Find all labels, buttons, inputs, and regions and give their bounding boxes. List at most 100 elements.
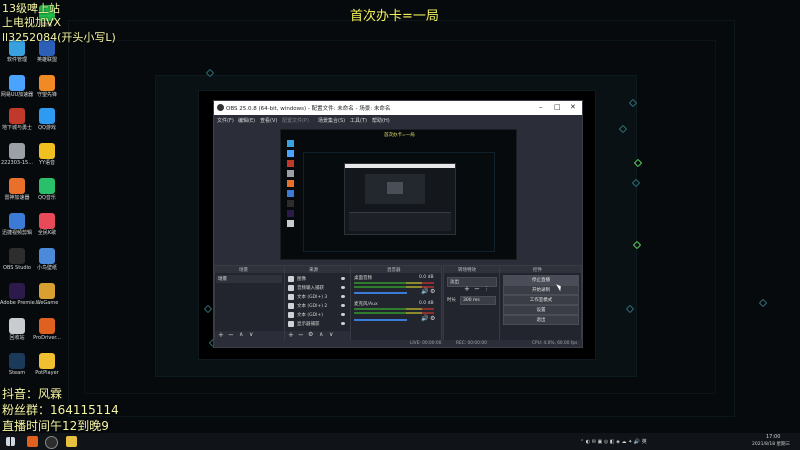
transition-select[interactable]: 淡出 <box>447 277 497 287</box>
eye-icon <box>341 295 345 298</box>
shortcut-label: 小鸟壁纸 <box>36 265 57 271</box>
start-recording-button[interactable]: 开始录制 <box>503 285 579 295</box>
desktop-shortcut[interactable]: 222303-15... <box>0 143 34 166</box>
settings-button[interactable]: 设置 <box>503 305 579 315</box>
obs-taskbar-icon[interactable] <box>45 436 58 449</box>
karaoke-icon <box>39 213 55 229</box>
desktop-shortcut[interactable]: Steam <box>0 353 34 376</box>
dnf-icon <box>9 108 25 124</box>
obs-preview[interactable]: 首次办卡=一局 <box>280 129 517 260</box>
stop-streaming-button[interactable]: 停止直播 <box>503 275 579 285</box>
mixer-panel: 混音器 桌面音频 0.0 dB 🔊 ⚙ 麦克风/Aux 0.0 dB 🔊 ⚙ <box>350 265 442 341</box>
menu-scene-collection[interactable]: 场景集合(S) <box>318 117 345 124</box>
move-down-icon[interactable]: ∨ <box>329 331 333 338</box>
desktop-shortcut[interactable]: OBS Studio <box>0 248 34 271</box>
source-settings-icon[interactable]: ⚙ <box>308 331 313 338</box>
desktop-shortcut[interactable]: 小鸟壁纸 <box>30 248 64 271</box>
source-row[interactable]: 文本 (GDI+) 2 <box>287 302 347 310</box>
speaker-icon[interactable]: 🔊 <box>421 315 428 322</box>
desktop-shortcut[interactable]: ProDriver... <box>30 318 64 341</box>
obs-titlebar[interactable]: OBS 25.0.8 (64-bit, windows) - 配置文件: 未命名… <box>214 101 582 115</box>
taskbar-app-icon[interactable] <box>27 436 38 447</box>
maximize-icon[interactable]: □ <box>554 103 561 111</box>
windows-start-icon[interactable] <box>6 437 15 446</box>
move-up-icon[interactable]: ∧ <box>239 331 243 338</box>
eye-icon <box>341 286 345 289</box>
tray-icons[interactable]: ⌃ ◐ ✉ ▣ ◎ ◧ ◈ ☁ ✦ 🔊 英 <box>580 438 647 445</box>
desktop-shortcut[interactable]: 回收站 <box>0 318 34 341</box>
desktop-shortcut[interactable]: 守望先锋 <box>30 75 64 98</box>
overlay-schedule: 直播时间午12到晚9 <box>2 419 109 433</box>
premiere-icon <box>9 283 25 299</box>
source-row[interactable]: 显示器捕获 <box>287 320 347 328</box>
transition-menu-icon[interactable]: ⋮ <box>484 286 489 292</box>
scenes-panel: 场景 场景 + − ∧ ∨ <box>214 265 286 341</box>
menu-view[interactable]: 查看(V) <box>260 117 277 124</box>
shortcut-label: WeGame <box>35 300 59 306</box>
clock-date[interactable]: 2021/8/18 星期三 <box>752 441 790 447</box>
steam-icon <box>9 353 25 369</box>
desktop-shortcut[interactable]: YY语音 <box>30 143 64 166</box>
desktop-shortcut[interactable]: QQ音乐 <box>30 178 64 201</box>
shortcut-label: ProDriver... <box>33 335 61 341</box>
add-source-icon[interactable]: + <box>288 331 294 339</box>
minimize-icon[interactable]: – <box>539 103 543 111</box>
clock-time[interactable]: 17:00 <box>766 434 780 440</box>
file-explorer-icon[interactable] <box>66 436 77 447</box>
potplayer-icon <box>39 353 55 369</box>
menu-edit[interactable]: 编辑(E) <box>238 117 255 124</box>
volume-slider[interactable] <box>354 319 407 321</box>
shortcut-label: 英雄联盟 <box>36 57 57 63</box>
desktop-shortcut[interactable]: PotPlayer <box>30 353 64 376</box>
scene-item[interactable]: 场景 <box>216 275 282 283</box>
desktop-shortcut[interactable]: 网易UU加速器 <box>0 75 34 98</box>
prodriver-icon <box>39 318 55 334</box>
studio-mode-button[interactable]: 工作室模式 <box>503 295 579 305</box>
remove-transition-icon[interactable]: − <box>474 285 480 293</box>
obs-window[interactable]: OBS 25.0.8 (64-bit, windows) - 配置文件: 未命名… <box>213 100 583 348</box>
menu-tools[interactable]: 工具(T) <box>350 117 367 124</box>
desktop-shortcut[interactable]: 雷神加速器 <box>0 178 34 201</box>
exit-button[interactable]: 退出 <box>503 315 579 325</box>
menu-help[interactable]: 帮助(H) <box>372 117 390 124</box>
gear-icon[interactable]: ⚙ <box>430 288 435 295</box>
mixer-track-name: 桌面音频 <box>354 276 372 281</box>
desktop-shortcut[interactable]: QQ游戏 <box>30 108 64 131</box>
leishen-icon <box>9 178 25 194</box>
remove-scene-icon[interactable]: − <box>228 331 234 339</box>
add-scene-icon[interactable]: + <box>218 331 224 339</box>
desktop-shortcut[interactable]: Adobe Premie... <box>0 283 39 306</box>
speaker-icon[interactable]: 🔊 <box>421 288 428 295</box>
menu-profile[interactable]: 配置文件(P) <box>282 117 309 124</box>
obs-statusbar: LIVE: 00:00:00 REC: 00:00:00 CPU: 4.0%, … <box>214 340 582 347</box>
overwatch-icon <box>39 75 55 91</box>
source-row[interactable]: 文本 (GDI+) 3 <box>287 293 347 301</box>
shortcut-label: 软件管理 <box>6 57 27 63</box>
desktop-shortcut[interactable]: 地下城与勇士 <box>0 108 34 131</box>
move-up-icon[interactable]: ∧ <box>319 331 323 338</box>
obs-window-title: OBS 25.0.8 (64-bit, windows) - 配置文件: 未命名… <box>226 106 391 112</box>
shortcut-label: 迅捷视频剪辑 <box>1 230 32 236</box>
source-row[interactable]: 音频输入捕获 <box>287 284 347 292</box>
shortcut-label: QQ游戏 <box>38 125 56 131</box>
source-row[interactable]: 文本 (GDI+) <box>287 311 347 319</box>
mixer-panel-title: 混音器 <box>387 268 401 273</box>
shortcut-label: 网易UU加速器 <box>0 92 34 98</box>
gear-icon[interactable]: ⚙ <box>430 315 435 322</box>
source-row[interactable]: 图像 <box>287 275 347 283</box>
move-down-icon[interactable]: ∨ <box>249 331 253 338</box>
mixer-track-db: 0.0 dB <box>419 301 434 306</box>
duration-label: 时长 <box>447 298 456 303</box>
volume-slider[interactable] <box>354 292 407 294</box>
remove-source-icon[interactable]: − <box>298 331 304 339</box>
audio-meter <box>354 312 434 314</box>
add-transition-icon[interactable]: + <box>464 285 470 293</box>
desktop-shortcut[interactable]: WeGame <box>30 283 64 306</box>
desktop-shortcut[interactable]: 迅捷视频剪辑 <box>0 213 34 236</box>
overlay-douyin: 抖音：风霖 <box>2 387 63 401</box>
close-icon[interactable]: ✕ <box>570 103 576 111</box>
duration-input[interactable]: 300 ms <box>460 296 496 305</box>
menu-file[interactable]: 文件(F) <box>217 117 234 124</box>
desktop-shortcut[interactable]: 全民K歌 <box>30 213 64 236</box>
wegame-icon <box>39 283 55 299</box>
